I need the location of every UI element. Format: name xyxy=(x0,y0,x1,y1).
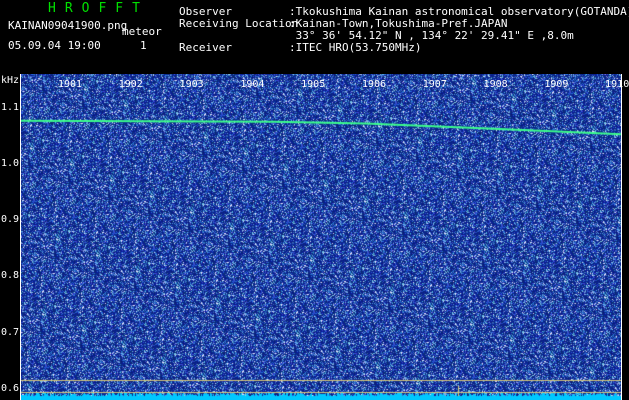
x-tick-label: 1903 xyxy=(179,79,204,90)
x-tick-label: 1910 xyxy=(605,79,629,90)
x-tick-label: 1909 xyxy=(544,79,569,90)
y-tick-label: 0.6 xyxy=(1,382,20,394)
y-tick-label: 0.8 xyxy=(1,270,20,282)
app-title: HROFFT xyxy=(48,1,149,16)
x-tick-label: 1904 xyxy=(240,79,265,90)
receiver-value: :ITEC HRO(53.750MHz) xyxy=(289,41,422,54)
x-tick-label: 1902 xyxy=(118,79,143,90)
receiver-label: Receiver xyxy=(179,41,232,54)
x-tick-label: 1905 xyxy=(301,79,326,90)
y-tick-label: 1.1 xyxy=(1,101,20,113)
meteor-label: meteor xyxy=(122,25,162,38)
x-tick-label: 1908 xyxy=(483,79,508,90)
spectrogram xyxy=(20,74,622,400)
x-tick-label: 1907 xyxy=(422,79,447,90)
y-tick-label: 1.0 xyxy=(1,157,20,169)
file-name: KAINAN09041900.png xyxy=(8,19,128,32)
x-tick-label: 1901 xyxy=(57,79,83,90)
x-tick-label: 1906 xyxy=(361,79,387,90)
y-tick-label: 0.9 xyxy=(1,214,20,226)
y-axis-unit: kHz xyxy=(1,75,20,86)
location-label: Receiving Location xyxy=(179,17,299,30)
y-tick-label: 0.7 xyxy=(1,326,20,338)
meteor-count: 1 xyxy=(140,39,147,52)
observation-datetime: 05.09.04 19:00 xyxy=(8,39,101,52)
